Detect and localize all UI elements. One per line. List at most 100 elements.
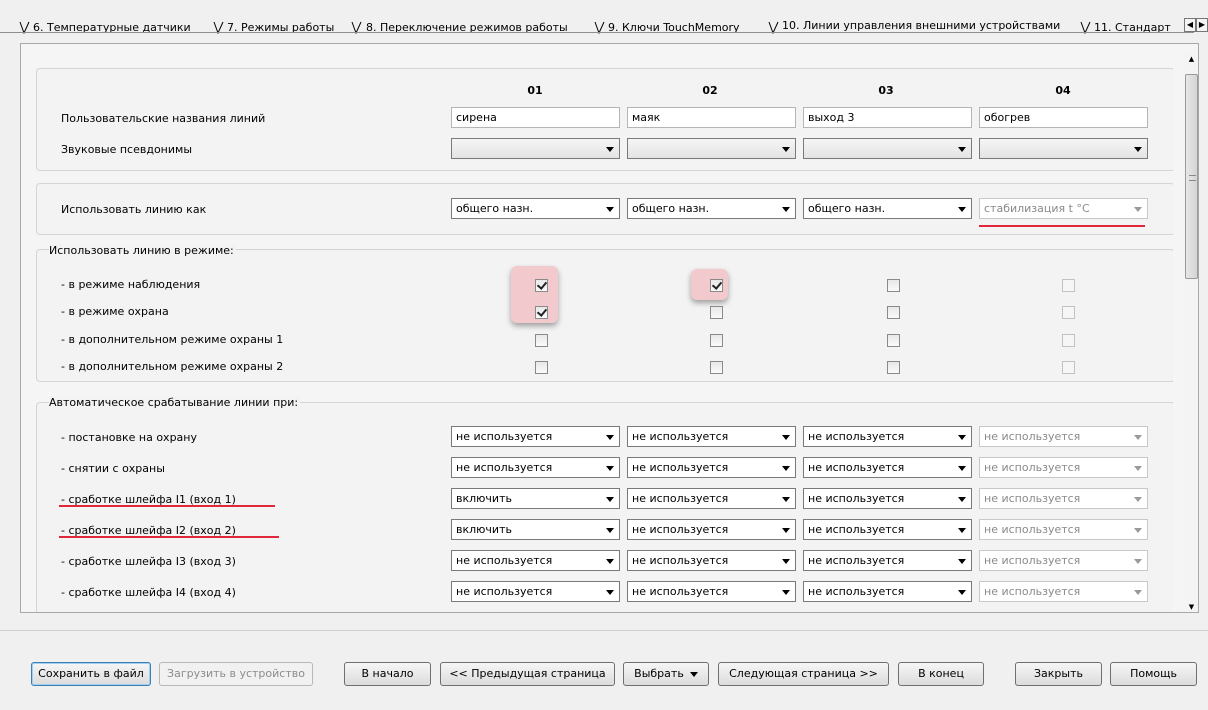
auto-trigger-select-01[interactable]: включить — [451, 519, 620, 540]
auto-trigger-select-02[interactable]: не используется — [627, 581, 796, 602]
close-button[interactable]: Закрыть — [1015, 662, 1102, 686]
line-name-input-02[interactable]: маяк — [627, 107, 796, 128]
previous-page-button[interactable]: << Предыдущая страница — [440, 662, 615, 686]
chevron-down-icon — [1134, 207, 1142, 212]
auto-trigger-select-03[interactable]: не используется — [803, 457, 972, 478]
tab-scroll-left-icon[interactable]: ◀ — [1184, 18, 1196, 32]
auto-trigger-select-partial[interactable] — [979, 612, 1148, 613]
auto-trigger-select-partial[interactable] — [627, 612, 796, 613]
mode-checkbox-01[interactable] — [535, 279, 548, 292]
use-as-select-01[interactable]: общего назн. — [451, 198, 620, 219]
select-value: не используется — [984, 492, 1081, 505]
mode-checkbox-03[interactable] — [887, 361, 900, 374]
select-value: включить — [456, 492, 512, 505]
chevron-down-icon — [606, 435, 614, 440]
auto-trigger-select-03[interactable]: не используется — [803, 581, 972, 602]
select-value: не используется — [632, 523, 729, 536]
load-to-device-button[interactable]: Загрузить в устройство — [159, 662, 313, 686]
select-value: не используется — [808, 523, 905, 536]
auto-trigger-select-04[interactable]: не используется — [979, 550, 1148, 571]
auto-trigger-select-02[interactable]: не используется — [627, 457, 796, 478]
mode-checkbox-03[interactable] — [887, 306, 900, 319]
mode-checkbox-02[interactable] — [710, 361, 723, 374]
grip-icon — [1189, 175, 1196, 181]
to-start-button[interactable]: В начало — [344, 662, 431, 686]
chevron-down-icon — [782, 466, 790, 471]
use-as-select-02[interactable]: общего назн. — [627, 198, 796, 219]
select-value: стабилизация t °C — [984, 202, 1090, 215]
auto-trigger-select-01[interactable]: не используется — [451, 550, 620, 571]
auto-trigger-select-03[interactable]: не используется — [803, 488, 972, 509]
auto-trigger-select-partial[interactable] — [451, 612, 620, 613]
mode-checkbox-01[interactable] — [535, 361, 548, 374]
select-value: не используется — [632, 430, 729, 443]
chevron-down-icon — [1134, 590, 1142, 595]
column-header-01: 01 — [527, 84, 543, 97]
scroll-up-icon[interactable]: ▲ — [1183, 52, 1198, 66]
sound-alias-select-03[interactable] — [803, 138, 972, 159]
mode-checkbox-02[interactable] — [710, 279, 723, 292]
auto-trigger-select-03[interactable]: не используется — [803, 519, 972, 540]
chevron-down-icon — [606, 559, 614, 564]
sound-alias-select-02[interactable] — [627, 138, 796, 159]
mode-checkbox-04[interactable] — [1062, 279, 1075, 292]
tab-scroll-right-icon[interactable]: ▶ — [1196, 18, 1208, 32]
line-name-input-04[interactable]: обогрев — [979, 107, 1148, 128]
column-header-03: 03 — [878, 84, 894, 97]
auto-trigger-select-01[interactable]: не используется — [451, 457, 620, 478]
use-as-select-03[interactable]: общего назн. — [803, 198, 972, 219]
auto-trigger-row-label: - сработке шлейфа I3 (вход 3) — [61, 555, 236, 568]
mode-checkbox-02[interactable] — [710, 334, 723, 347]
sound-alias-select-04[interactable] — [979, 138, 1148, 159]
tab-baseline — [0, 32, 1194, 33]
line-name-input-01[interactable]: сирена — [451, 107, 620, 128]
help-button[interactable]: Помощь — [1110, 662, 1197, 686]
auto-trigger-select-04[interactable]: не используется — [979, 426, 1148, 447]
auto-trigger-select-01[interactable]: не используется — [451, 426, 620, 447]
mode-checkbox-04[interactable] — [1062, 334, 1075, 347]
auto-trigger-select-02[interactable]: не используется — [627, 488, 796, 509]
mode-checkbox-01[interactable] — [535, 306, 548, 319]
settings-content: 01 02 03 04 Пользовательские названия ли… — [21, 44, 1173, 613]
mode-checkbox-01[interactable] — [535, 334, 548, 347]
auto-trigger-select-03[interactable]: не используется — [803, 550, 972, 571]
use-as-select-04[interactable]: стабилизация t °C — [979, 198, 1148, 219]
auto-trigger-select-02[interactable]: не используется — [627, 550, 796, 571]
vertical-scrollbar[interactable]: ▲ ▼ — [1183, 52, 1198, 612]
select-value: не используется — [808, 585, 905, 598]
chevron-down-icon — [606, 528, 614, 533]
auto-trigger-select-02[interactable]: не используется — [627, 426, 796, 447]
to-end-button[interactable]: В конец — [898, 662, 984, 686]
mode-checkbox-04[interactable] — [1062, 361, 1075, 374]
select-value: общего назн. — [632, 202, 710, 215]
select-value: не используется — [632, 585, 729, 598]
scroll-down-icon[interactable]: ▼ — [1183, 600, 1198, 612]
chevron-down-icon — [958, 147, 966, 152]
sound-alias-select-01[interactable] — [451, 138, 620, 159]
save-to-file-button[interactable]: Сохранить в файл — [31, 662, 151, 686]
mode-checkbox-03[interactable] — [887, 279, 900, 292]
auto-trigger-select-01[interactable]: включить — [451, 488, 620, 509]
select-value: не используется — [808, 461, 905, 474]
app-window: 6. Температурные датчики 7. Режимы работ… — [0, 0, 1208, 710]
tab-external-device-lines[interactable]: 10. Линии управления внешними устройства… — [782, 20, 1060, 31]
select-menu-button[interactable]: Выбрать — [623, 662, 709, 686]
auto-trigger-select-02[interactable]: не используется — [627, 519, 796, 540]
auto-trigger-select-01[interactable]: не используется — [451, 581, 620, 602]
auto-trigger-select-04[interactable]: не используется — [979, 581, 1148, 602]
auto-trigger-select-03[interactable]: не используется — [803, 426, 972, 447]
chevron-down-icon — [958, 207, 966, 212]
auto-trigger-select-partial[interactable] — [803, 612, 972, 613]
scrollbar-thumb[interactable] — [1185, 74, 1198, 279]
chevron-down-icon — [1134, 497, 1142, 502]
chevron-down-icon — [782, 559, 790, 564]
auto-trigger-select-04[interactable]: не используется — [979, 519, 1148, 540]
line-name-input-03[interactable]: выход 3 — [803, 107, 972, 128]
mode-checkbox-03[interactable] — [887, 334, 900, 347]
footer-divider — [0, 630, 1208, 631]
mode-checkbox-02[interactable] — [710, 306, 723, 319]
next-page-button[interactable]: Следующая страница >> — [718, 662, 889, 686]
auto-trigger-select-04[interactable]: не используется — [979, 488, 1148, 509]
auto-trigger-select-04[interactable]: не используется — [979, 457, 1148, 478]
mode-checkbox-04[interactable] — [1062, 306, 1075, 319]
